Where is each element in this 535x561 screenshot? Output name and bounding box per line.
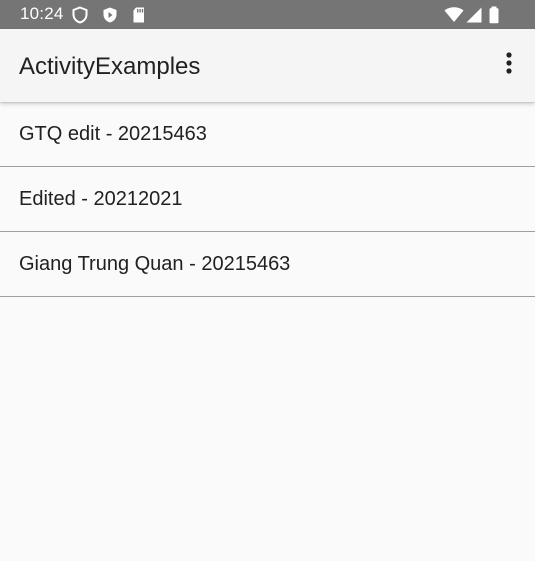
- cellular-signal-icon: [465, 6, 483, 24]
- list-item[interactable]: Edited - 20212021: [0, 167, 535, 232]
- list-item[interactable]: Giang Trung Quan - 20215463: [0, 232, 535, 297]
- list-item-label: Giang Trung Quan - 20215463: [19, 253, 291, 275]
- record-list: GTQ edit - 20215463 Edited - 20212021 Gi…: [0, 102, 535, 297]
- more-vert-icon: [505, 51, 513, 80]
- wifi-icon: [444, 6, 464, 24]
- status-time: 10:24: [20, 4, 64, 23]
- status-bar: 10:24: [0, 0, 535, 29]
- battery-icon: [488, 6, 500, 24]
- list-item-label: Edited - 20212021: [19, 188, 183, 210]
- list-item[interactable]: GTQ edit - 20215463: [0, 102, 535, 167]
- overflow-menu-button[interactable]: [491, 45, 527, 85]
- app-title: ActivityExamples: [19, 53, 201, 80]
- list-item-label: GTQ edit - 20215463: [19, 123, 207, 145]
- sd-card-icon: [130, 6, 148, 24]
- play-protect-icon: [101, 6, 119, 24]
- vpn-shield-icon: [71, 6, 89, 24]
- app-screen: 10:24 ActivityExamples GTQ edit - 202154…: [0, 0, 535, 561]
- app-bar: ActivityExamples: [0, 29, 535, 102]
